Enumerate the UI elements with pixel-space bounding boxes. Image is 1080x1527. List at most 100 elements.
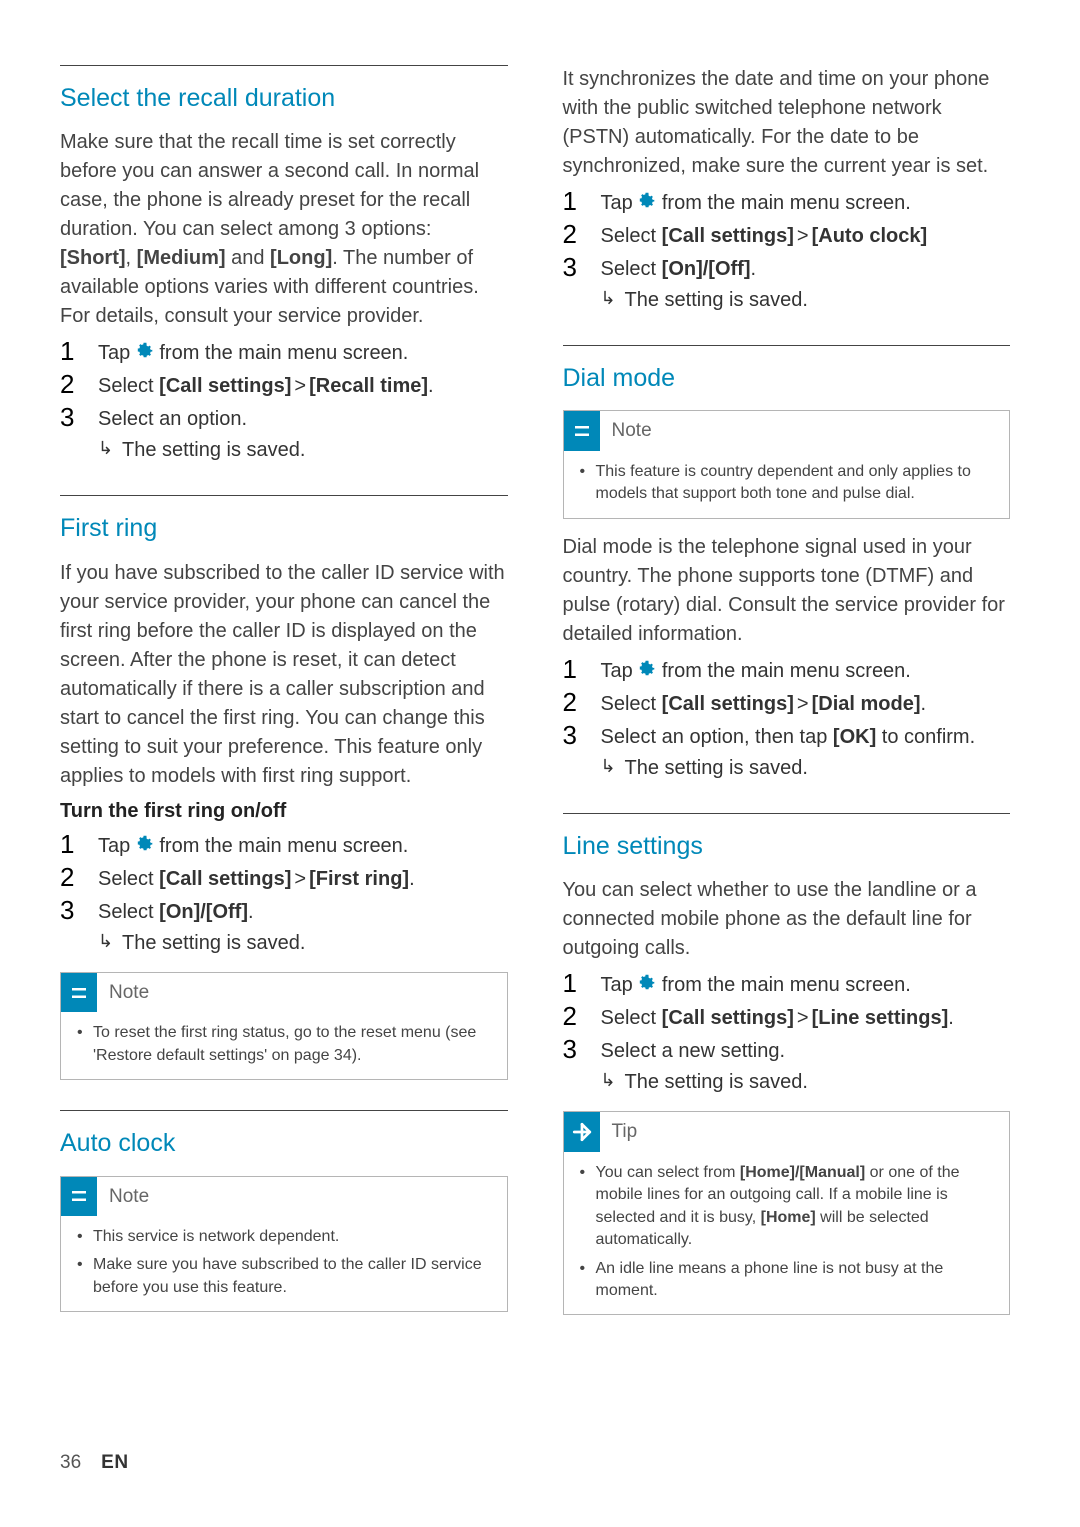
gear-icon xyxy=(638,971,656,1000)
tip-icon xyxy=(564,1112,600,1152)
nav-path: [Line settings] xyxy=(812,1007,949,1029)
step-number: 2 xyxy=(563,220,601,249)
section-first-ring: First ring If you have subscribed to the… xyxy=(60,495,508,1080)
note-icon xyxy=(61,1177,97,1217)
nav-path: [Recall time] xyxy=(309,375,428,397)
section-title: Select the recall duration xyxy=(60,80,508,116)
note-label: Note xyxy=(97,973,161,1013)
step-2: 2 Select [Call settings]>[Line settings]… xyxy=(563,1002,1011,1033)
note-item: This feature is country dependent and on… xyxy=(578,461,996,506)
result-arrow-icon: ↳ xyxy=(601,286,625,311)
section-title: Line settings xyxy=(563,828,1011,864)
section-divider xyxy=(563,345,1011,346)
step-number: 3 xyxy=(60,896,98,925)
note-label: Note xyxy=(97,1177,161,1217)
gear-icon xyxy=(136,339,154,368)
note-item: This service is network dependent. xyxy=(75,1226,493,1248)
result-arrow-icon: ↳ xyxy=(601,1068,625,1093)
step-3: 3 Select an option. xyxy=(60,403,508,434)
page-language: EN xyxy=(101,1449,128,1477)
nav-path: [Call settings] xyxy=(159,868,291,890)
steps-list: 1 Tap from the main menu screen. 2 Selec… xyxy=(563,969,1011,1097)
note-icon xyxy=(61,973,97,1013)
step-number: 1 xyxy=(60,830,98,859)
note-icon xyxy=(564,411,600,451)
note-box: Note This service is network dependent. … xyxy=(60,1176,508,1313)
step-number: 3 xyxy=(563,253,601,282)
section-divider xyxy=(60,495,508,496)
nav-path: [Call settings] xyxy=(159,375,291,397)
section-recall-duration: Select the recall duration Make sure tha… xyxy=(60,65,508,465)
paragraph: Dial mode is the telephone signal used i… xyxy=(563,533,1011,649)
option-short: [Short] xyxy=(60,247,126,269)
steps-list: 1 Tap from the main menu screen. 2 Selec… xyxy=(563,655,1011,783)
step-number: 3 xyxy=(563,1035,601,1064)
nav-path: [Dial mode] xyxy=(812,693,921,715)
section-title: Dial mode xyxy=(563,360,1011,396)
step-number: 1 xyxy=(563,969,601,998)
result-line: ↳ The setting is saved. xyxy=(98,929,508,958)
step-2: 2 Select [Call settings]>[First ring]. xyxy=(60,863,508,894)
result-line: ↳ The setting is saved. xyxy=(601,754,1011,783)
step-1: 1 Tap from the main menu screen. xyxy=(60,830,508,861)
result-arrow-icon: ↳ xyxy=(98,929,122,954)
paragraph: If you have subscribed to the caller ID … xyxy=(60,559,508,791)
steps-list: 1 Tap from the main menu screen. 2 Selec… xyxy=(60,337,508,465)
option: [OK] xyxy=(833,726,876,748)
step-number: 1 xyxy=(563,187,601,216)
tip-box: Tip You can select from [Home]/[Manual] … xyxy=(563,1111,1011,1315)
nav-path: [Auto clock] xyxy=(812,225,928,247)
nav-path: [Call settings] xyxy=(662,225,794,247)
option-long: [Long] xyxy=(270,247,332,269)
result-line: ↳ The setting is saved. xyxy=(601,1068,1011,1097)
nav-path: [First ring] xyxy=(309,868,409,890)
note-item: Make sure you have subscribed to the cal… xyxy=(75,1254,493,1299)
tip-item: You can select from [Home]/[Manual] or o… xyxy=(578,1162,996,1252)
page-number: 36 xyxy=(60,1449,81,1477)
gear-icon xyxy=(638,189,656,218)
subheading: Turn the first ring on/off xyxy=(60,797,508,826)
step-3: 3 Select [On]/[Off]. xyxy=(60,896,508,927)
step-3: 3 Select an option, then tap [OK] to con… xyxy=(563,721,1011,752)
section-divider xyxy=(60,65,508,66)
option-medium: [Medium] xyxy=(137,247,226,269)
result-arrow-icon: ↳ xyxy=(98,436,122,461)
step-number: 1 xyxy=(563,655,601,684)
section-auto-clock-continued: It synchronizes the date and time on you… xyxy=(563,65,1011,315)
step-2: 2 Select [Call settings]>[Dial mode]. xyxy=(563,688,1011,719)
step-number: 2 xyxy=(563,688,601,717)
step-number: 2 xyxy=(60,370,98,399)
note-box: Note This feature is country dependent a… xyxy=(563,410,1011,518)
section-divider xyxy=(60,1110,508,1111)
left-column: Select the recall duration Make sure tha… xyxy=(60,65,508,1419)
section-auto-clock: Auto clock Note This service is network … xyxy=(60,1110,508,1312)
section-divider xyxy=(563,813,1011,814)
option: [On]/[Off] xyxy=(662,258,751,280)
result-arrow-icon: ↳ xyxy=(601,754,625,779)
right-column: It synchronizes the date and time on you… xyxy=(563,65,1011,1419)
step-number: 3 xyxy=(563,721,601,750)
step-1: 1 Tap from the main menu screen. xyxy=(60,337,508,368)
step-number: 1 xyxy=(60,337,98,366)
step-3: 3 Select [On]/[Off]. xyxy=(563,253,1011,284)
section-dial-mode: Dial mode Note This feature is country d… xyxy=(563,345,1011,783)
paragraph: You can select whether to use the landli… xyxy=(563,876,1011,963)
steps-list: 1 Tap from the main menu screen. 2 Selec… xyxy=(60,830,508,958)
step-3: 3 Select a new setting. xyxy=(563,1035,1011,1066)
steps-list: 1 Tap from the main menu screen. 2 Selec… xyxy=(563,187,1011,315)
step-2: 2 Select [Call settings]>[Auto clock] xyxy=(563,220,1011,251)
note-box: Note To reset the first ring status, go … xyxy=(60,972,508,1080)
nav-path: [Call settings] xyxy=(662,693,794,715)
step-1: 1 Tap from the main menu screen. xyxy=(563,187,1011,218)
step-1: 1 Tap from the main menu screen. xyxy=(563,969,1011,1000)
nav-path: [Call settings] xyxy=(662,1007,794,1029)
section-title: Auto clock xyxy=(60,1125,508,1161)
step-number: 2 xyxy=(60,863,98,892)
page-footer: 36 EN xyxy=(60,1419,1010,1477)
step-1: 1 Tap from the main menu screen. xyxy=(563,655,1011,686)
note-label: Note xyxy=(600,411,664,451)
step-number: 2 xyxy=(563,1002,601,1031)
note-item: To reset the first ring status, go to th… xyxy=(75,1022,493,1067)
section-title: First ring xyxy=(60,510,508,546)
paragraph: Make sure that the recall time is set co… xyxy=(60,128,508,331)
